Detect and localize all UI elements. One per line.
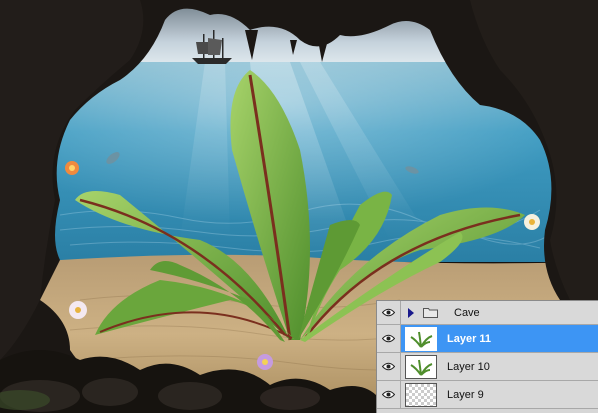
folder-icon: [423, 308, 438, 318]
layer-name-layer-9: Layer 9: [447, 388, 484, 401]
visibility-eye-icon[interactable]: [377, 353, 401, 380]
layer-row-cave-group[interactable]: Cave: [377, 301, 598, 325]
layer-name-layer-10: Layer 10: [447, 360, 490, 373]
layer-name-cave: Cave: [454, 306, 480, 319]
visibility-eye-icon[interactable]: [377, 301, 401, 324]
visibility-eye-icon[interactable]: [377, 381, 401, 408]
layer-thumbnail-plant-icon: [405, 326, 437, 351]
layer-thumbnail-transparent-icon: [405, 382, 437, 407]
expand-triangle-icon[interactable]: [408, 307, 414, 318]
layers-panel: Cave Layer 11 Layer 10 Layer 9: [376, 300, 598, 413]
layer-name-layer-11: Layer 11: [447, 332, 492, 345]
layer-row-layer-9[interactable]: Layer 9: [377, 381, 598, 409]
visibility-eye-icon[interactable]: [377, 325, 401, 352]
layer-row-layer-10[interactable]: Layer 10: [377, 353, 598, 381]
layer-thumbnail-plant-icon: [405, 354, 437, 379]
layer-row-layer-11[interactable]: Layer 11: [377, 325, 598, 353]
photoshop-workspace: Cave Layer 11 Layer 10 Layer 9: [0, 0, 598, 413]
